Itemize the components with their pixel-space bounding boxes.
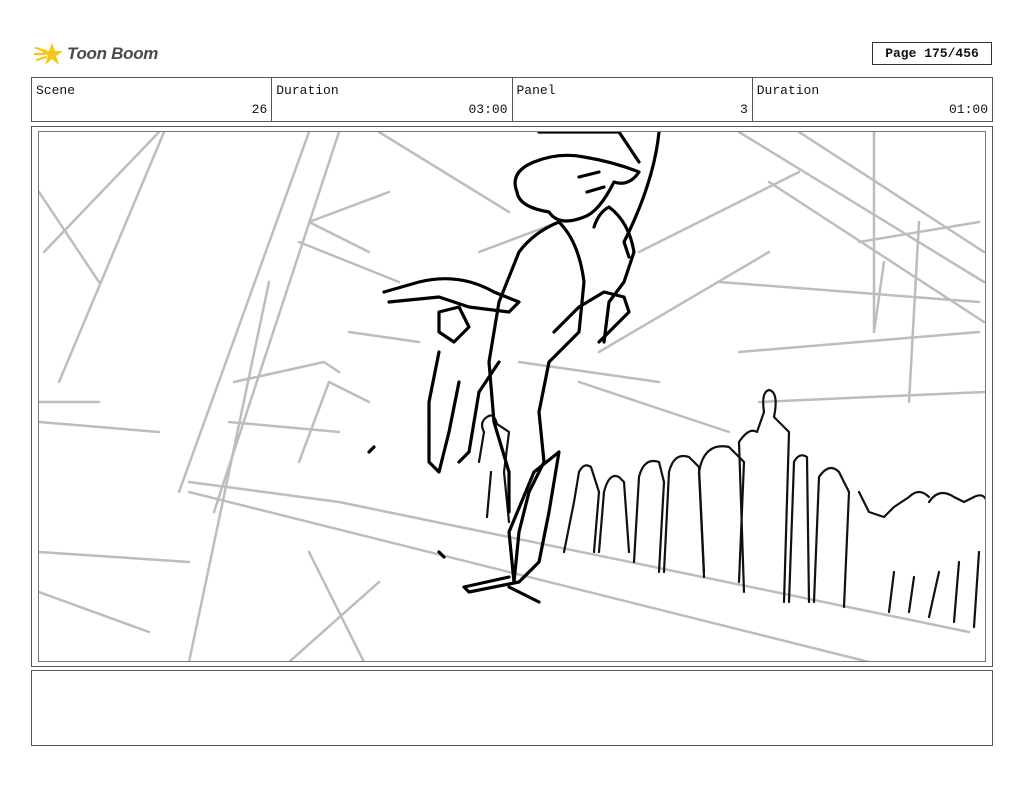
- scene-duration-value: 03:00: [468, 102, 508, 117]
- panel-duration-cell: Duration 01:00: [753, 78, 992, 121]
- panel-duration-value: 01:00: [948, 102, 988, 117]
- page-counter: Page 175/456: [872, 42, 992, 65]
- scene-label: Scene: [36, 83, 76, 98]
- panel-label: Panel: [516, 83, 556, 98]
- toon-boom-star-icon: [34, 43, 63, 65]
- toon-boom-logo: Toon Boom: [34, 38, 164, 70]
- scene-value: 26: [251, 102, 268, 117]
- character-sketch: [367, 132, 661, 604]
- panel-notes-box: [31, 670, 993, 746]
- crowd-silhouettes: [477, 388, 985, 629]
- scene-duration-label: Duration: [276, 83, 339, 98]
- storyboard-panel: [38, 131, 986, 662]
- panel-value: 3: [739, 102, 748, 117]
- panel-sketch: [39, 132, 985, 661]
- brand-name: Toon Boom: [67, 44, 159, 63]
- panel-duration-label: Duration: [756, 83, 820, 98]
- panel-cell: Panel 3: [513, 78, 753, 121]
- scene-duration-cell: Duration 03:00: [272, 78, 513, 121]
- scene-cell: Scene 26: [32, 78, 273, 121]
- scene-info-row: Scene 26 Duration 03:00 Panel 3 Duration…: [31, 77, 993, 122]
- storyboard-panel-frame: [31, 126, 993, 667]
